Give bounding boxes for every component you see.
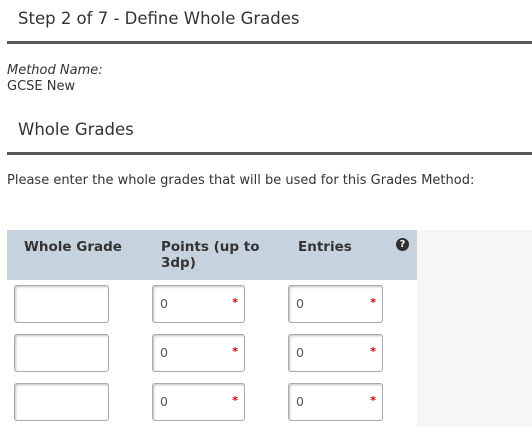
page: Step 2 of 7 - Define Whole Grades Method… [0,0,532,427]
whole-grade-input[interactable] [14,383,109,421]
column-header-points: Points (up to 3dp) [161,239,260,271]
required-asterisk-icon: * [370,345,376,358]
entries-value: 0 [296,345,304,360]
column-header-whole-grade: Whole Grade [24,239,122,255]
section-title: Whole Grades [18,120,134,139]
column-header-entries: Entries [298,239,352,255]
points-value: 0 [160,394,168,409]
help-icon[interactable]: ? [396,238,409,251]
entries-value: 0 [296,394,304,409]
section-header: Whole Grades [7,111,532,155]
points-input[interactable]: 0 * [152,285,245,323]
required-asterisk-icon: * [232,296,238,309]
required-asterisk-icon: * [232,345,238,358]
entries-value: 0 [296,296,304,311]
instructions-text: Please enter the whole grades that will … [7,173,475,188]
entries-input[interactable]: 0 * [288,383,383,421]
points-input[interactable]: 0 * [152,334,245,372]
whole-grade-input[interactable] [14,334,109,372]
points-value: 0 [160,296,168,311]
method-name-value: GCSE New [7,79,76,94]
step-header: Step 2 of 7 - Define Whole Grades [7,0,532,44]
entries-input[interactable]: 0 * [288,285,383,323]
grades-grid-body: 0 * 0 * 0 * 0 * 0 * 0 * [7,280,417,427]
method-name-label: Method Name: [7,63,103,78]
points-value: 0 [160,345,168,360]
required-asterisk-icon: * [370,394,376,407]
entries-input[interactable]: 0 * [288,334,383,372]
points-input[interactable]: 0 * [152,383,245,421]
required-asterisk-icon: * [370,296,376,309]
step-title: Step 2 of 7 - Define Whole Grades [18,9,300,28]
grades-grid-header: Whole Grade Points (up to 3dp) Entries ? [7,230,417,280]
required-asterisk-icon: * [232,394,238,407]
whole-grade-input[interactable] [14,285,109,323]
